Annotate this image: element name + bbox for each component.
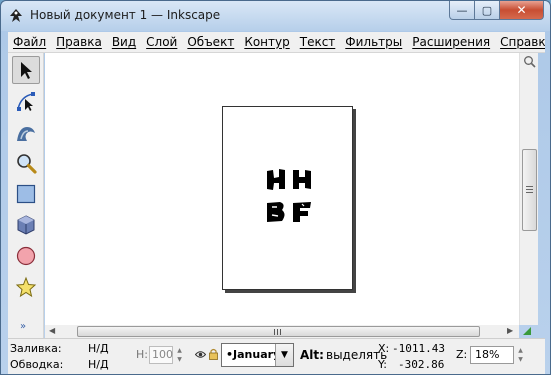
toolbox-more-chevron-icon[interactable]: » [20,321,26,332]
menu-object[interactable]: Объект [182,32,239,52]
opacity-decrement-icon[interactable]: ▼ [175,356,184,364]
vertical-scroll-thumb[interactable] [522,149,537,231]
hint-key: Alt: [300,348,324,362]
thumb-grip [526,189,533,190]
y-coordinate: -302.86 [398,358,445,371]
thumb-grip [280,329,281,335]
tweak-tool[interactable] [12,118,40,146]
layer-name: •January [226,348,281,361]
status-bar: Заливка: Н/Д Обводка: Н/Д Н: 100 ▲ ▼ •Ja… [8,338,545,374]
ellipse-tool[interactable] [12,242,40,270]
menu-path[interactable]: Контур [239,32,294,52]
3d-box-tool[interactable] [12,211,40,239]
inkscape-window: Новый документ 1 — Inkscape — ▢ ✕ Файл П… [0,0,551,375]
thumb-grip [277,329,278,335]
toolbox: » [8,53,44,341]
menu-text[interactable]: Текст [295,32,341,52]
stroke-label: Обводка: [10,358,64,371]
zoom-corner-icon[interactable] [523,55,536,68]
y-label: Y: [378,358,387,371]
color-managed-view-icon[interactable] [522,326,532,336]
menu-edit[interactable]: Правка [51,32,107,52]
zoom-tool[interactable] [12,149,40,177]
inkscape-logo-icon [10,9,22,22]
menu-layer[interactable]: Слой [141,32,182,52]
node-tool[interactable] [12,87,40,115]
eye-visibility-icon[interactable] [195,350,206,359]
scroll-right-arrow-icon[interactable]: ▶ [507,326,513,335]
thumb-grip [526,186,533,187]
menu-view[interactable]: Вид [107,32,141,52]
layer-dropdown-arrow-icon[interactable]: ▼ [275,344,293,366]
drawing-canvas[interactable] [45,53,519,325]
menu-bar: Файл Правка Вид Слой Объект Контур Текст… [8,32,545,53]
ellipse-tool-icon [16,246,36,266]
close-button[interactable]: ✕ [500,1,544,20]
minimize-button[interactable]: — [449,1,475,20]
selector-tool-icon [21,62,32,79]
lock-icon[interactable] [209,348,218,360]
node-tool-icon [17,92,35,111]
menu-help[interactable]: Справка [495,32,545,52]
opacity-increment-icon[interactable]: ▲ [175,347,184,355]
stroke-value[interactable]: Н/Д [88,358,109,371]
selector-tool[interactable] [12,56,40,84]
drawn-glyphs [267,169,311,222]
menu-extensions[interactable]: Расширения [407,32,495,52]
zoom-tool-icon [17,154,37,174]
x-coordinate: -1011.43 [392,342,445,355]
3d-box-tool-icon [17,215,35,235]
rectangle-tool[interactable] [12,180,40,208]
vertical-scrollbar[interactable] [519,53,538,325]
opacity-label: Н: [136,348,148,361]
title-bar[interactable]: Новый документ 1 — Inkscape — ▢ ✕ [1,1,550,31]
zoom-label: Z: [456,348,468,361]
thumb-grip [274,329,275,335]
rectangle-tool-icon [16,184,36,204]
menu-file[interactable]: Файл [8,32,51,52]
star-tool[interactable] [12,273,40,301]
window-title: Новый документ 1 — Inkscape [30,8,221,22]
opacity-input[interactable]: 100 [149,346,173,364]
scroll-left-arrow-icon[interactable]: ◀ [49,326,55,335]
x-label: X: [378,342,390,355]
tweak-tool-icon [17,127,35,141]
star-tool-icon [15,276,37,298]
fill-value[interactable]: Н/Д [88,342,109,355]
maximize-button[interactable]: ▢ [475,1,500,20]
fill-label: Заливка: [10,342,62,355]
menu-filters[interactable]: Фильтры [340,32,407,52]
window-controls: — ▢ ✕ [449,1,544,20]
horizontal-scroll-thumb[interactable] [77,326,480,337]
horizontal-scrollbar[interactable]: ◀ ▶ [45,325,519,338]
zoom-decrement-icon[interactable]: ▼ [516,356,525,364]
zoom-increment-icon[interactable]: ▲ [516,347,525,355]
thumb-grip [526,192,533,193]
document-page [222,106,353,290]
zoom-input[interactable]: 18% [470,346,514,364]
